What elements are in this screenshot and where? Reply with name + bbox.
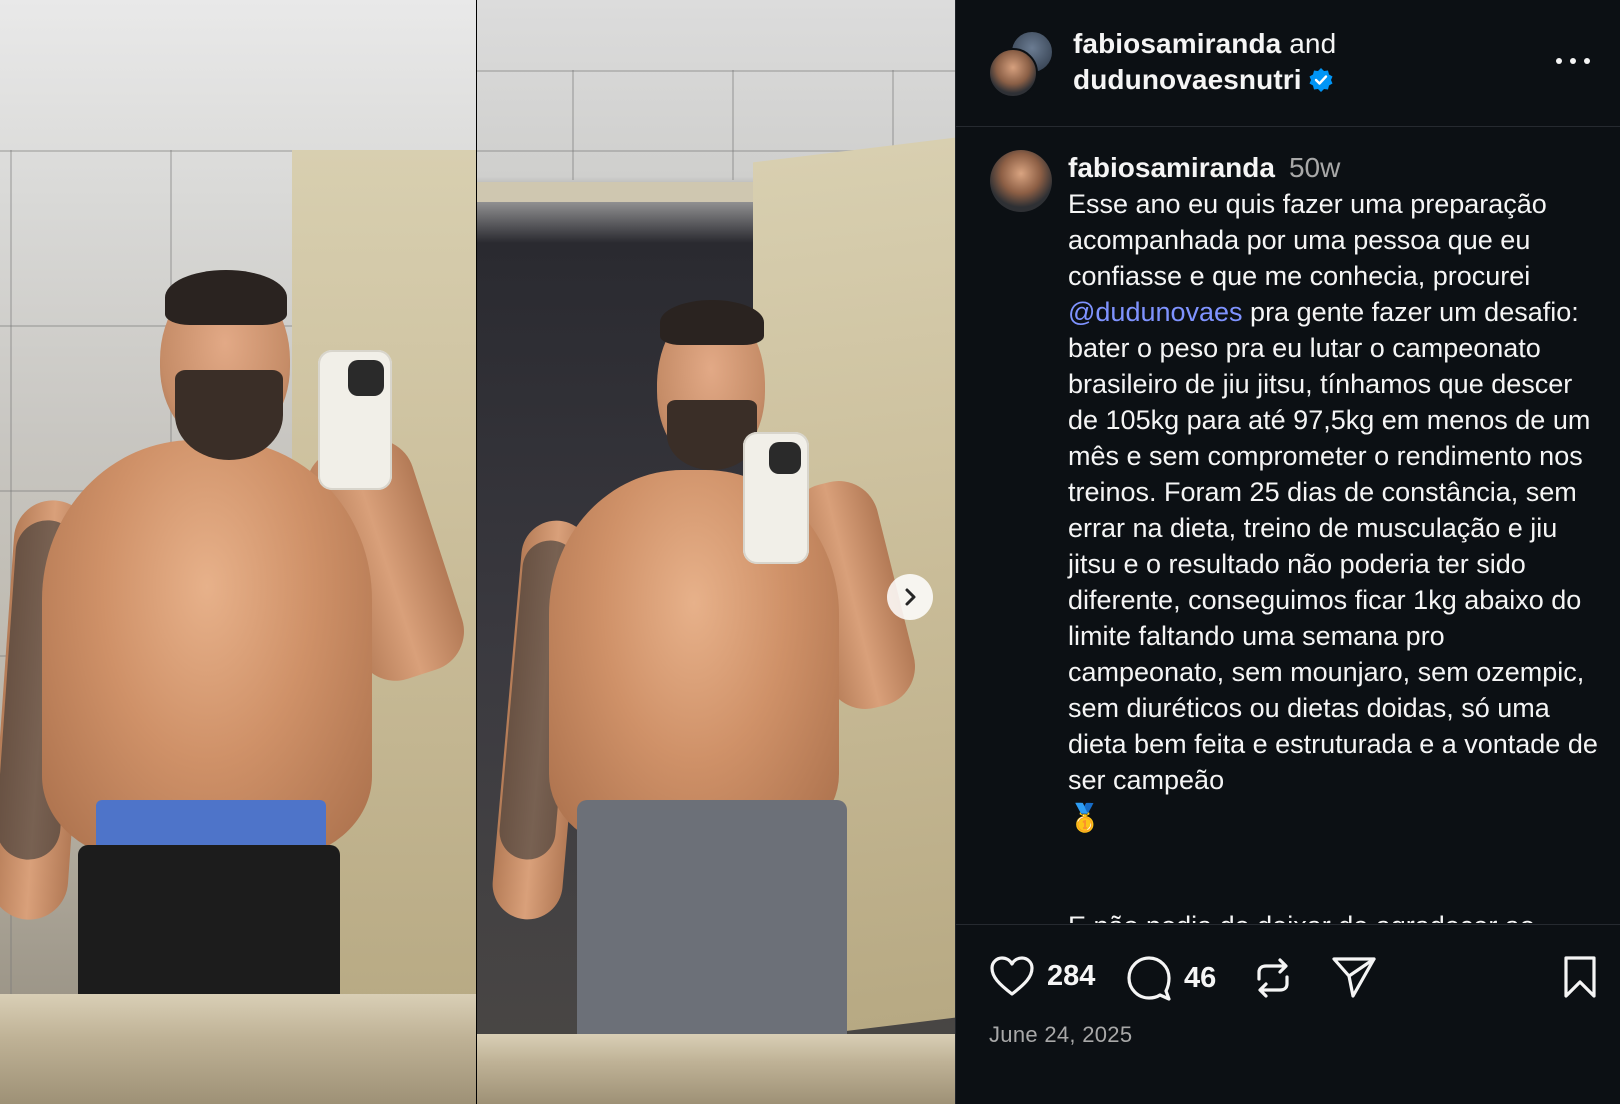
after-photo xyxy=(477,0,955,1104)
username-link[interactable]: dudunovaesnutri xyxy=(1073,64,1302,95)
caption-header: fabiosamiranda 50w xyxy=(1068,150,1340,186)
next-slide-button[interactable] xyxy=(887,574,933,620)
save-button[interactable] xyxy=(1561,955,1599,999)
heart-icon xyxy=(990,956,1034,996)
post-viewer: fabiosamiranda and dudunovaesnutri fabio… xyxy=(0,0,1620,1104)
more-icon[interactable] xyxy=(1556,58,1590,68)
comment-button[interactable]: 46 xyxy=(1126,955,1216,1001)
bookmark-icon xyxy=(1564,956,1596,998)
avatar[interactable] xyxy=(988,48,1038,98)
username-link[interactable]: fabiosamiranda xyxy=(1068,152,1275,183)
action-bar: 284 46 June 24, 2025 xyxy=(956,924,1620,1104)
collab-avatars[interactable] xyxy=(988,30,1054,98)
comment-count[interactable]: 46 xyxy=(1184,962,1216,995)
person-after xyxy=(477,0,955,1104)
person-before xyxy=(0,0,476,1104)
collab-names: fabiosamiranda and dudunovaesnutri xyxy=(1073,26,1336,98)
caption-text-part: pra gente fazer um desafio: bater o peso… xyxy=(1068,297,1598,795)
sink-counter xyxy=(0,994,476,1104)
share-button[interactable] xyxy=(1331,955,1377,999)
caption-overflow-line: E não podia de deixar de agradecer ao xyxy=(1068,908,1535,923)
chevron-right-icon xyxy=(905,588,916,606)
post-age: 50w xyxy=(1288,152,1341,183)
share-icon xyxy=(1332,957,1376,998)
sink-counter xyxy=(477,1034,955,1104)
caption-section: fabiosamiranda 50w Esse ano eu quis fazer… xyxy=(956,128,1620,923)
avatar[interactable] xyxy=(990,150,1052,212)
caption-text: Esse ano eu quis fazer uma preparação ac… xyxy=(1068,186,1598,836)
before-photo xyxy=(0,0,476,1104)
post-sidebar: fabiosamiranda and dudunovaesnutri fabio… xyxy=(955,0,1620,1104)
post-header: fabiosamiranda and dudunovaesnutri xyxy=(956,0,1620,127)
repost-button[interactable] xyxy=(1251,955,1295,1001)
username-link[interactable]: fabiosamiranda xyxy=(1073,28,1281,59)
like-count[interactable]: 284 xyxy=(1047,960,1095,993)
post-media[interactable] xyxy=(0,0,955,1104)
repost-icon xyxy=(1257,958,1289,998)
comment-icon xyxy=(1127,956,1171,1001)
caption-text-part: Esse ano eu quis fazer uma preparação ac… xyxy=(1068,189,1547,291)
conjunction: and xyxy=(1289,28,1337,59)
mention-link[interactable]: @dudunovaes xyxy=(1068,297,1243,327)
medal-emoji: 🥇 xyxy=(1068,803,1102,833)
like-button[interactable]: 284 xyxy=(989,955,1095,997)
post-date[interactable]: June 24, 2025 xyxy=(989,1022,1132,1048)
verified-icon xyxy=(1309,68,1333,92)
